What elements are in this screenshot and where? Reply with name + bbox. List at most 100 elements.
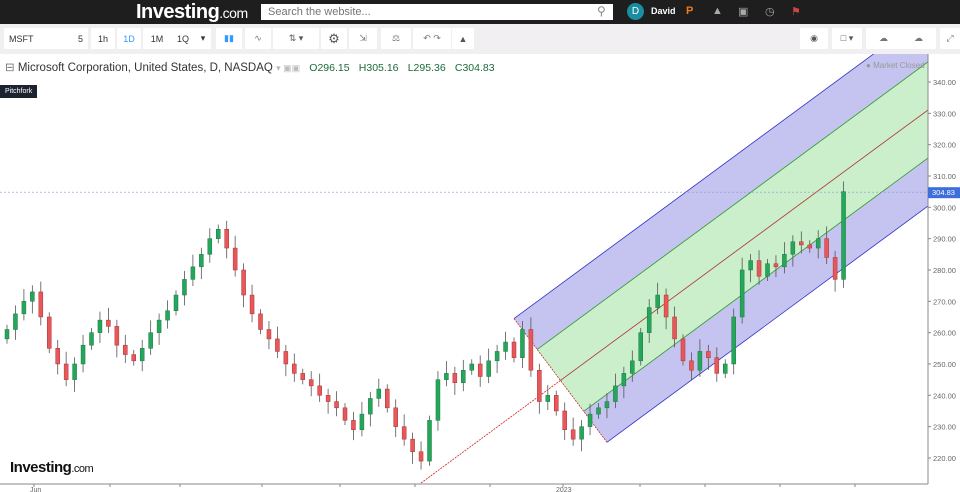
studies-icon[interactable]: ⇲: [349, 28, 377, 49]
symbol-input[interactable]: MSFT 5: [4, 28, 88, 49]
search-icon[interactable]: ⚲: [597, 4, 606, 18]
y-tick-label: 260.00: [933, 329, 956, 338]
user-name[interactable]: David: [651, 6, 676, 16]
interval-dropdown[interactable]: ▾: [195, 28, 211, 49]
compare-icon[interactable]: ⚖: [381, 28, 411, 49]
bell-icon[interactable]: ▲: [712, 5, 723, 17]
candle-body: [410, 438, 415, 452]
x-tick-label: 2023: [556, 487, 572, 492]
candle-body: [173, 294, 179, 311]
candle: [190, 254, 196, 286]
candle-body: [570, 429, 576, 440]
candle-body: [630, 360, 635, 374]
logo-suffix: .com: [219, 5, 248, 21]
avatar[interactable]: D: [627, 3, 644, 20]
line-chart-icon[interactable]: ∿: [245, 28, 271, 49]
portfolio-icon[interactable]: ▣: [738, 5, 748, 18]
candle: [300, 368, 305, 385]
candle-body: [165, 310, 170, 321]
legend-close: C304.83: [454, 62, 495, 74]
collapse-icon[interactable]: ⊟: [5, 62, 15, 74]
candle-body: [13, 313, 18, 330]
fullscreen-icon[interactable]: ⤢: [940, 28, 960, 49]
candle-body: [748, 260, 753, 271]
candle: [55, 339, 60, 375]
y-tick-label: 320.00: [933, 141, 956, 150]
indicators-icon[interactable]: ⇅ ▾: [273, 28, 319, 49]
candle-body: [131, 354, 136, 362]
cloud-load-icon[interactable]: ☁: [879, 33, 888, 44]
candle: [80, 334, 86, 373]
candle-body: [714, 357, 720, 374]
candle-body: [469, 363, 474, 371]
candle-body: [494, 351, 500, 362]
watermark-suffix: .com: [71, 463, 94, 475]
candle: [21, 289, 27, 321]
candle: [503, 331, 508, 360]
candle-body: [148, 332, 153, 349]
clock-icon[interactable]: ◷: [765, 5, 775, 18]
candle-body: [554, 395, 559, 412]
candle-body: [385, 388, 390, 409]
alert-icon[interactable]: ▲: [452, 28, 474, 49]
candle-body: [537, 369, 542, 402]
cloud-save-icon[interactable]: ☁: [914, 33, 923, 44]
candle: [148, 320, 153, 355]
candle-body: [72, 363, 77, 380]
y-tick-label: 270.00: [933, 297, 956, 306]
candle-body: [765, 263, 770, 277]
pro-icon[interactable]: P: [686, 5, 693, 17]
interval-1m[interactable]: 1M: [143, 28, 171, 49]
x-tick-label: Jun: [30, 487, 41, 492]
candle-body: [528, 329, 534, 371]
investing-logo[interactable]: Investing.com: [136, 1, 248, 24]
y-tick-label: 250.00: [933, 360, 956, 369]
candle: [486, 348, 491, 384]
cloud-save-icons[interactable]: ☁ ☁: [866, 28, 936, 49]
candle: [638, 327, 643, 366]
candle-body: [106, 319, 111, 327]
candle: [182, 270, 187, 306]
candle-body: [300, 373, 305, 380]
candle-body: [258, 313, 263, 330]
candle-body: [477, 363, 483, 377]
candles-icon[interactable]: ▮▮: [216, 28, 242, 49]
candle-body: [706, 351, 711, 358]
symbol-text: MSFT: [9, 33, 34, 44]
interval-1d[interactable]: 1D: [117, 28, 141, 49]
flag-icon[interactable]: ⚑: [791, 5, 801, 18]
interval-5[interactable]: 5: [78, 34, 83, 44]
layout-icon[interactable]: □ ▾: [832, 28, 862, 49]
undo-redo-icon[interactable]: ↶ ↷: [413, 28, 451, 49]
y-tick-label: 290.00: [933, 235, 956, 244]
candle-body: [587, 413, 593, 427]
interval-1h[interactable]: 1h: [91, 28, 115, 49]
candle-body: [731, 316, 736, 365]
candle: [325, 388, 331, 414]
pitchfork-label[interactable]: Pitchfork: [0, 85, 38, 98]
price-chart[interactable]: 340.00 330.00 320.00 310.00 300.00 290.00 280.…: [0, 54, 960, 492]
candle-body: [756, 260, 762, 277]
candle-body: [351, 420, 356, 431]
candle-body: [841, 191, 846, 280]
candle-body: [47, 316, 52, 349]
candle: [334, 391, 339, 417]
candle: [156, 313, 162, 345]
interval-1q[interactable]: 1Q: [171, 28, 195, 49]
candle-body: [359, 413, 365, 431]
candle: [680, 334, 686, 366]
candle-body: [739, 269, 745, 318]
candle-body: [368, 398, 373, 415]
candle: [47, 312, 52, 354]
candle-body: [782, 254, 787, 268]
candle-body: [182, 279, 187, 296]
search-input[interactable]: [261, 4, 613, 20]
candle: [427, 415, 432, 466]
candle-body: [773, 263, 779, 268]
legend-icons[interactable]: ▾ ▣▣: [276, 63, 300, 73]
candle: [249, 284, 255, 323]
camera-icon[interactable]: ◉: [800, 28, 828, 49]
gear-icon[interactable]: ⚙: [321, 28, 347, 49]
candle-body: [444, 373, 449, 380]
candle: [72, 357, 77, 392]
